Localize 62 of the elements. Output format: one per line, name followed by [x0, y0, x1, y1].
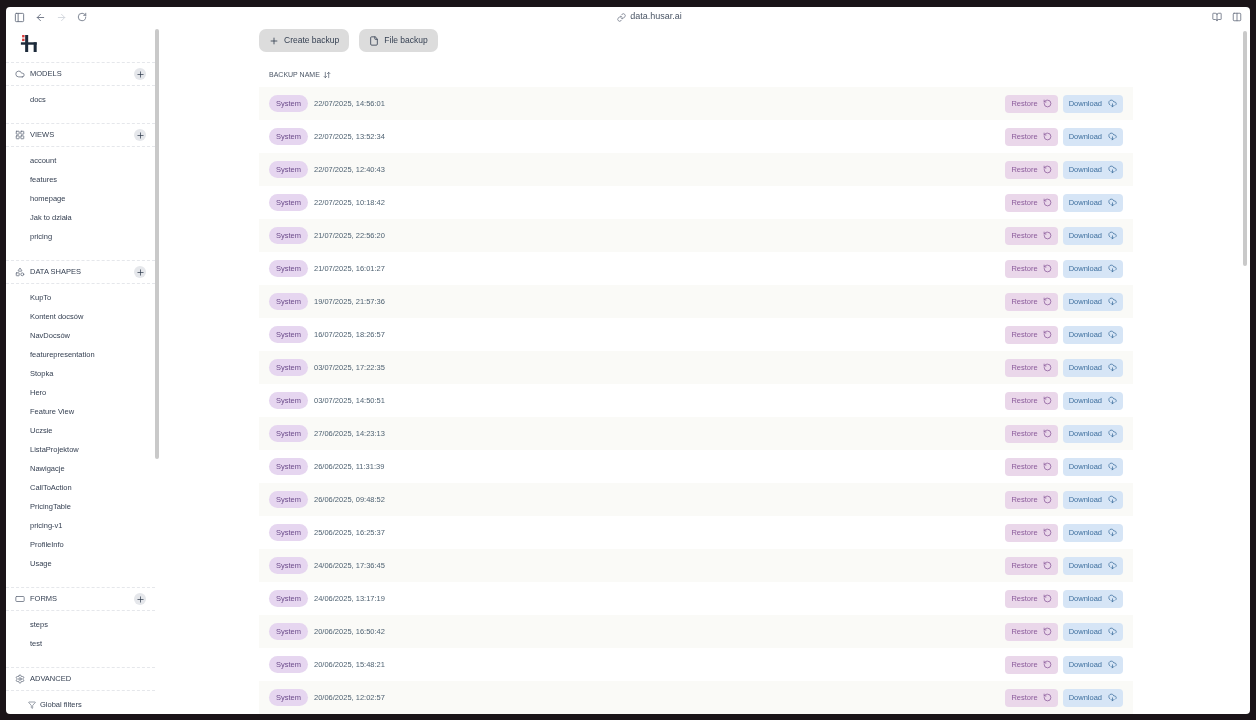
- rotate-arrow-icon: [1042, 561, 1052, 570]
- back-icon[interactable]: [35, 11, 46, 23]
- rotate-arrow-icon: [1042, 627, 1052, 636]
- rotate-arrow-icon: [1042, 264, 1052, 273]
- rotate-arrow-icon: [1042, 462, 1052, 471]
- rotate-arrow-icon: [1042, 528, 1052, 537]
- create-backup-button[interactable]: Create backup: [259, 29, 350, 52]
- cloud-download-icon: [1108, 429, 1117, 438]
- rotate-arrow-icon: [1042, 396, 1052, 405]
- cloud-download-icon: [1108, 330, 1117, 339]
- add-icon[interactable]: [134, 266, 146, 278]
- rotate-arrow-icon: [1042, 363, 1052, 372]
- cloud-download-icon: [1108, 264, 1117, 273]
- shapes-icon: [15, 267, 25, 277]
- page-scrollbar[interactable]: [1243, 31, 1247, 266]
- add-icon[interactable]: [134, 68, 146, 80]
- cloud-download-icon: [1108, 297, 1117, 306]
- reload-icon[interactable]: [77, 12, 87, 22]
- rotate-arrow-icon: [1042, 132, 1052, 141]
- rotate-arrow-icon: [1042, 297, 1052, 306]
- rotate-arrow-icon: [1042, 660, 1052, 669]
- cloud-download-icon: [1108, 693, 1117, 702]
- cloud-download-icon: [1108, 99, 1117, 108]
- plus-icon: [269, 35, 279, 46]
- rotate-arrow-icon: [1042, 198, 1052, 207]
- cloud-download-icon: [1108, 462, 1117, 471]
- cloud-download-icon: [1108, 396, 1117, 405]
- settings-icon: [15, 674, 25, 684]
- sidebar-scrollbar[interactable]: [155, 29, 159, 459]
- cloud-download-icon: [1108, 198, 1117, 207]
- sort-icon[interactable]: [322, 71, 331, 79]
- rectangle-icon: [15, 594, 25, 604]
- cloud-download-icon: [1108, 132, 1117, 141]
- file-backup-button[interactable]: File backup: [359, 29, 438, 52]
- add-icon[interactable]: [134, 129, 146, 141]
- rotate-arrow-icon: [1042, 231, 1052, 240]
- split-view-icon[interactable]: [1232, 12, 1242, 22]
- sidebar-toggle-icon[interactable]: [14, 11, 25, 23]
- add-icon[interactable]: [134, 593, 146, 605]
- reader-icon[interactable]: [1212, 12, 1222, 22]
- cloud-icon: [15, 69, 25, 79]
- rotate-arrow-icon: [1042, 330, 1052, 339]
- cloud-download-icon: [1108, 231, 1117, 240]
- address-bar[interactable]: data.husar.ai: [630, 10, 682, 24]
- cloud-download-icon: [1108, 561, 1117, 570]
- cloud-download-icon: [1108, 528, 1117, 537]
- file-icon: [369, 35, 380, 46]
- rotate-arrow-icon: [1042, 99, 1052, 108]
- filter-icon: [28, 700, 36, 709]
- cloud-download-icon: [1108, 660, 1117, 669]
- cloud-download-icon: [1108, 594, 1117, 603]
- rotate-arrow-icon: [1042, 429, 1052, 438]
- rotate-arrow-icon: [1042, 165, 1052, 174]
- cloud-download-icon: [1108, 363, 1117, 372]
- rotate-arrow-icon: [1042, 693, 1052, 702]
- rotate-arrow-icon: [1042, 594, 1052, 603]
- grid-icon: [15, 130, 25, 140]
- link-icon: [617, 12, 627, 22]
- rotate-arrow-icon: [1042, 495, 1052, 504]
- cloud-download-icon: [1108, 495, 1117, 504]
- cloud-download-icon: [1108, 165, 1117, 174]
- cloud-download-icon: [1108, 627, 1117, 636]
